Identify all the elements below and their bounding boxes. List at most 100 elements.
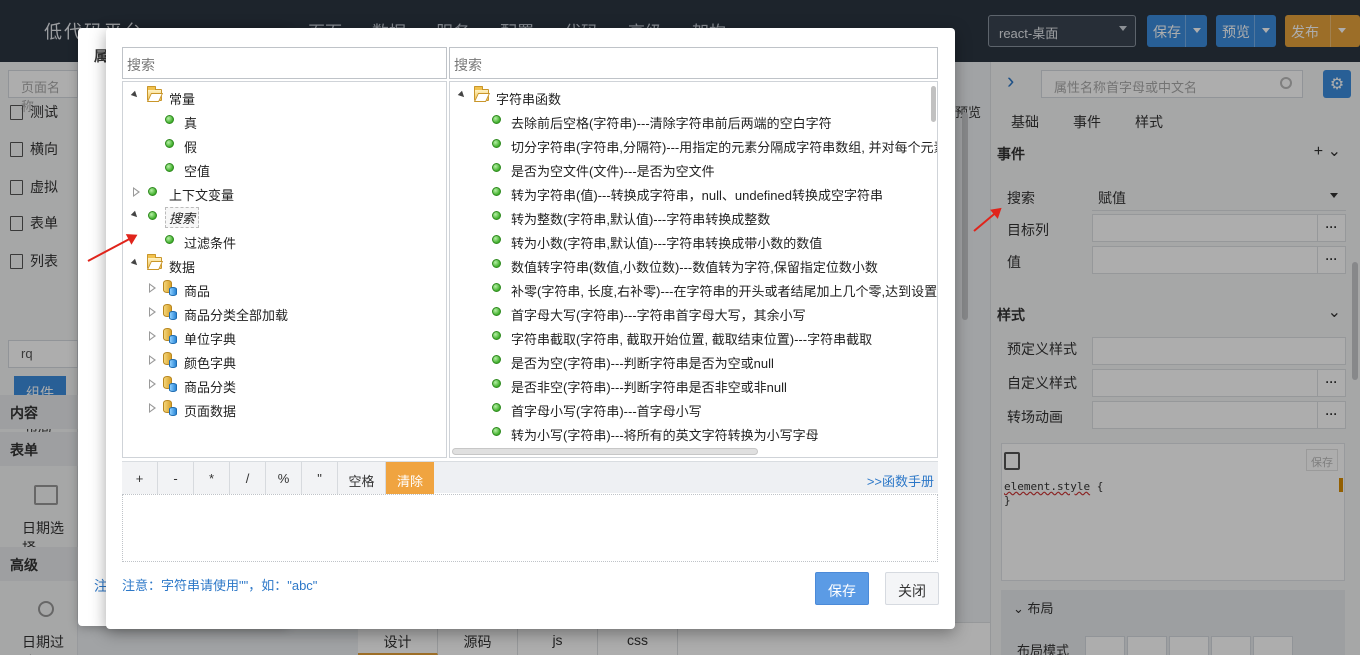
tree-node-false[interactable]: 假 xyxy=(123,134,443,156)
function-item[interactable]: 转为字符串(值)---转换成字符串，null、undefined转换成空字符串 xyxy=(450,182,930,204)
function-dot-icon xyxy=(492,163,501,172)
expression-editor[interactable] xyxy=(122,494,938,562)
leaf-dot-icon xyxy=(148,211,157,220)
expand-icon[interactable] xyxy=(130,90,140,100)
datasource-icon xyxy=(163,376,177,392)
expand-icon[interactable] xyxy=(130,210,140,220)
tree-node-search[interactable]: 搜索 xyxy=(123,206,443,228)
tree-node-unit-dict[interactable]: 单位字典 xyxy=(123,326,443,348)
function-tree-vscroll[interactable] xyxy=(931,86,936,122)
tree-label: 商品分类全部加载 xyxy=(184,308,289,323)
function-label: 转为小数(字符串,默认值)---字符串转换成带小数的数值 xyxy=(511,236,823,251)
function-tree-hscroll[interactable] xyxy=(452,448,758,455)
datasource-icon xyxy=(163,352,177,368)
tree-label: 商品分类 xyxy=(184,380,237,395)
clear-button[interactable]: 清除 xyxy=(386,462,434,494)
function-item[interactable]: 转为整数(字符串,默认值)---字符串转换成整数 xyxy=(450,206,930,228)
dialog-close-button[interactable]: 关闭 xyxy=(885,572,939,605)
function-item[interactable]: 首字母大写(字符串)---字符串首字母大写，其余小写 xyxy=(450,302,930,324)
tree-label: 真 xyxy=(184,116,198,131)
expression-dialog: 搜索 搜索 常量 真 假 空值 上下文变量 搜索 过滤条件 数据 商品 商品分类… xyxy=(106,28,955,629)
leaf-dot-icon xyxy=(165,235,174,244)
operator-multiply-button[interactable]: * xyxy=(194,462,230,494)
function-item[interactable]: 切分字符串(字符串,分隔符)---用指定的元素分隔成字符串数组, 并对每个元素 xyxy=(450,134,937,156)
tree-label: 假 xyxy=(184,140,198,155)
folder-open-icon xyxy=(147,254,162,269)
function-tree: 字符串函数 去除前后空格(字符串)---清除字符串前后两端的空白字符 切分字符串… xyxy=(449,81,938,458)
function-item[interactable]: 是否非空(字符串)---判断字符串是否非空或非null xyxy=(450,374,930,396)
function-item[interactable]: 转为小写(字符串)---将所有的英文字符转换为小写字母 xyxy=(450,422,930,444)
collapsed-icon[interactable] xyxy=(149,379,156,389)
tree-label: 常量 xyxy=(169,92,196,107)
function-label: 去除前后空格(字符串)---清除字符串前后两端的空白字符 xyxy=(511,116,832,131)
expand-icon[interactable] xyxy=(130,258,140,268)
operator-modulo-button[interactable]: % xyxy=(266,462,302,494)
collapsed-icon[interactable] xyxy=(149,331,156,341)
function-label: 字符串截取(字符串, 截取开始位置, 截取结束位置)---字符串截取 xyxy=(511,332,873,347)
function-dot-icon xyxy=(492,355,501,364)
function-label: 切分字符串(字符串,分隔符)---用指定的元素分隔成字符串数组, 并对每个元素 xyxy=(511,140,938,155)
collapsed-icon[interactable] xyxy=(149,283,156,293)
tree-label: 字符串函数 xyxy=(496,92,562,107)
string-usage-note: 注意：字符串请使用""，如："abc" xyxy=(122,578,318,593)
tree-node-goods-category[interactable]: 商品分类 xyxy=(123,374,443,396)
tree-node-context[interactable]: 上下文变量 xyxy=(123,182,443,204)
function-label: 是否为空(字符串)---判断字符串是否为空或null xyxy=(511,356,774,371)
folder-open-icon xyxy=(147,86,162,101)
function-dot-icon xyxy=(492,187,501,196)
leaf-dot-icon xyxy=(148,187,157,196)
function-item[interactable]: 补零(字符串, 长度,右补零)---在字符串的开头或者结尾加上几个零,达到设置 xyxy=(450,278,937,300)
tree-node-goods[interactable]: 商品 xyxy=(123,278,443,300)
function-item[interactable]: 是否为空文件(文件)---是否为空文件 xyxy=(450,158,930,180)
function-dot-icon xyxy=(492,403,501,412)
datasource-icon xyxy=(163,304,177,320)
collapsed-icon[interactable] xyxy=(149,403,156,413)
expand-icon[interactable] xyxy=(457,90,467,100)
leaf-dot-icon xyxy=(165,115,174,124)
variable-search-input[interactable]: 搜索 xyxy=(122,47,447,79)
function-manual-link[interactable]: >>函数手册 xyxy=(867,471,934,490)
function-item[interactable]: 去除前后空格(字符串)---清除字符串前后两端的空白字符 xyxy=(450,110,930,132)
function-label: 转为字符串(值)---转换成字符串，null、undefined转换成空字符串 xyxy=(511,188,883,203)
function-label: 补零(字符串, 长度,右补零)---在字符串的开头或者结尾加上几个零,达到设置 xyxy=(511,284,938,299)
space-button[interactable]: 空格 xyxy=(338,462,386,494)
operator-quote-button[interactable]: " xyxy=(302,462,338,494)
datasource-icon xyxy=(163,328,177,344)
function-dot-icon xyxy=(492,259,501,268)
operator-divide-button[interactable]: / xyxy=(230,462,266,494)
tree-node-filter[interactable]: 过滤条件 xyxy=(123,230,443,252)
function-dot-icon xyxy=(492,379,501,388)
function-dot-icon xyxy=(492,139,501,148)
tree-label: 颜色字典 xyxy=(184,356,237,371)
operator-minus-button[interactable]: - xyxy=(158,462,194,494)
function-label: 转为整数(字符串,默认值)---字符串转换成整数 xyxy=(511,212,771,227)
collapsed-icon[interactable] xyxy=(133,187,140,197)
leaf-dot-icon xyxy=(165,163,174,172)
function-dot-icon xyxy=(492,427,501,436)
collapsed-icon[interactable] xyxy=(149,355,156,365)
tree-label: 数据 xyxy=(169,260,196,275)
tree-node-color-dict[interactable]: 颜色字典 xyxy=(123,350,443,372)
collapsed-icon[interactable] xyxy=(149,307,156,317)
function-item[interactable]: 字符串截取(字符串, 截取开始位置, 截取结束位置)---字符串截取 xyxy=(450,326,930,348)
operator-plus-button[interactable]: + xyxy=(122,462,158,494)
function-dot-icon xyxy=(492,331,501,340)
dialog-save-button[interactable]: 保存 xyxy=(815,572,869,605)
tree-node-page-data[interactable]: 页面数据 xyxy=(123,398,443,420)
function-label: 是否非空(字符串)---判断字符串是否非空或非null xyxy=(511,380,787,395)
function-search-input[interactable]: 搜索 xyxy=(449,47,938,79)
tree-node-null[interactable]: 空值 xyxy=(123,158,443,180)
function-item[interactable]: 数值转字符串(数值,小数位数)---数值转为字符,保留指定位数小数 xyxy=(450,254,930,276)
tree-label: 空值 xyxy=(184,164,211,179)
operator-bar: + - * / % " 空格 清除 >>函数手册 xyxy=(122,461,938,494)
tree-node-goods-category-all[interactable]: 商品分类全部加载 xyxy=(123,302,443,324)
tree-node-true[interactable]: 真 xyxy=(123,110,443,132)
tree-node-data[interactable]: 数据 xyxy=(123,254,443,276)
tree-node-string-functions[interactable]: 字符串函数 xyxy=(450,86,930,108)
tree-node-constants[interactable]: 常量 xyxy=(123,86,443,108)
tree-label: 单位字典 xyxy=(184,332,237,347)
function-item[interactable]: 是否为空(字符串)---判断字符串是否为空或null xyxy=(450,350,930,372)
function-item[interactable]: 首字母小写(字符串)---首字母小写 xyxy=(450,398,930,420)
function-item[interactable]: 转为小数(字符串,默认值)---字符串转换成带小数的数值 xyxy=(450,230,930,252)
tree-label: 上下文变量 xyxy=(169,188,235,203)
